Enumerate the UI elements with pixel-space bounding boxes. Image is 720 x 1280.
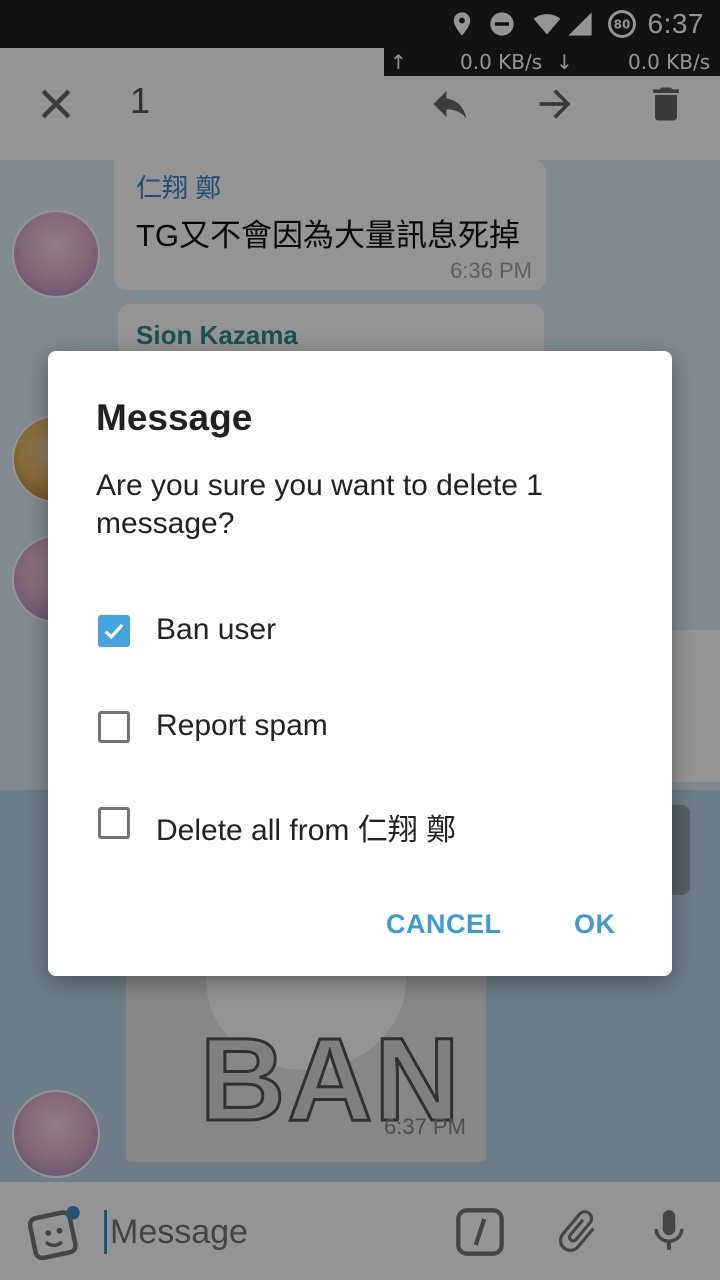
- cancel-button[interactable]: CANCEL: [386, 909, 502, 940]
- checkmark-icon: [104, 623, 124, 640]
- dialog-title: Message: [96, 397, 253, 438]
- report-spam-option[interactable]: Report spam: [96, 699, 636, 759]
- dialog-message: Are you sure you want to delete 1 messag…: [96, 469, 543, 540]
- delete-message-dialog: Message Are you sure you want to delete …: [48, 351, 672, 976]
- report-spam-checkbox[interactable]: [98, 711, 130, 743]
- ban-user-label[interactable]: Ban user: [156, 613, 276, 647]
- delete-all-checkbox[interactable]: [98, 807, 130, 839]
- ok-button[interactable]: OK: [574, 909, 616, 940]
- ban-user-checkbox[interactable]: [98, 615, 130, 647]
- delete-all-label[interactable]: Delete all from 仁翔 鄭: [156, 805, 456, 849]
- delete-all-option[interactable]: Delete all from 仁翔 鄭: [96, 795, 636, 855]
- report-spam-label[interactable]: Report spam: [156, 709, 328, 743]
- ban-user-option[interactable]: Ban user: [96, 603, 636, 663]
